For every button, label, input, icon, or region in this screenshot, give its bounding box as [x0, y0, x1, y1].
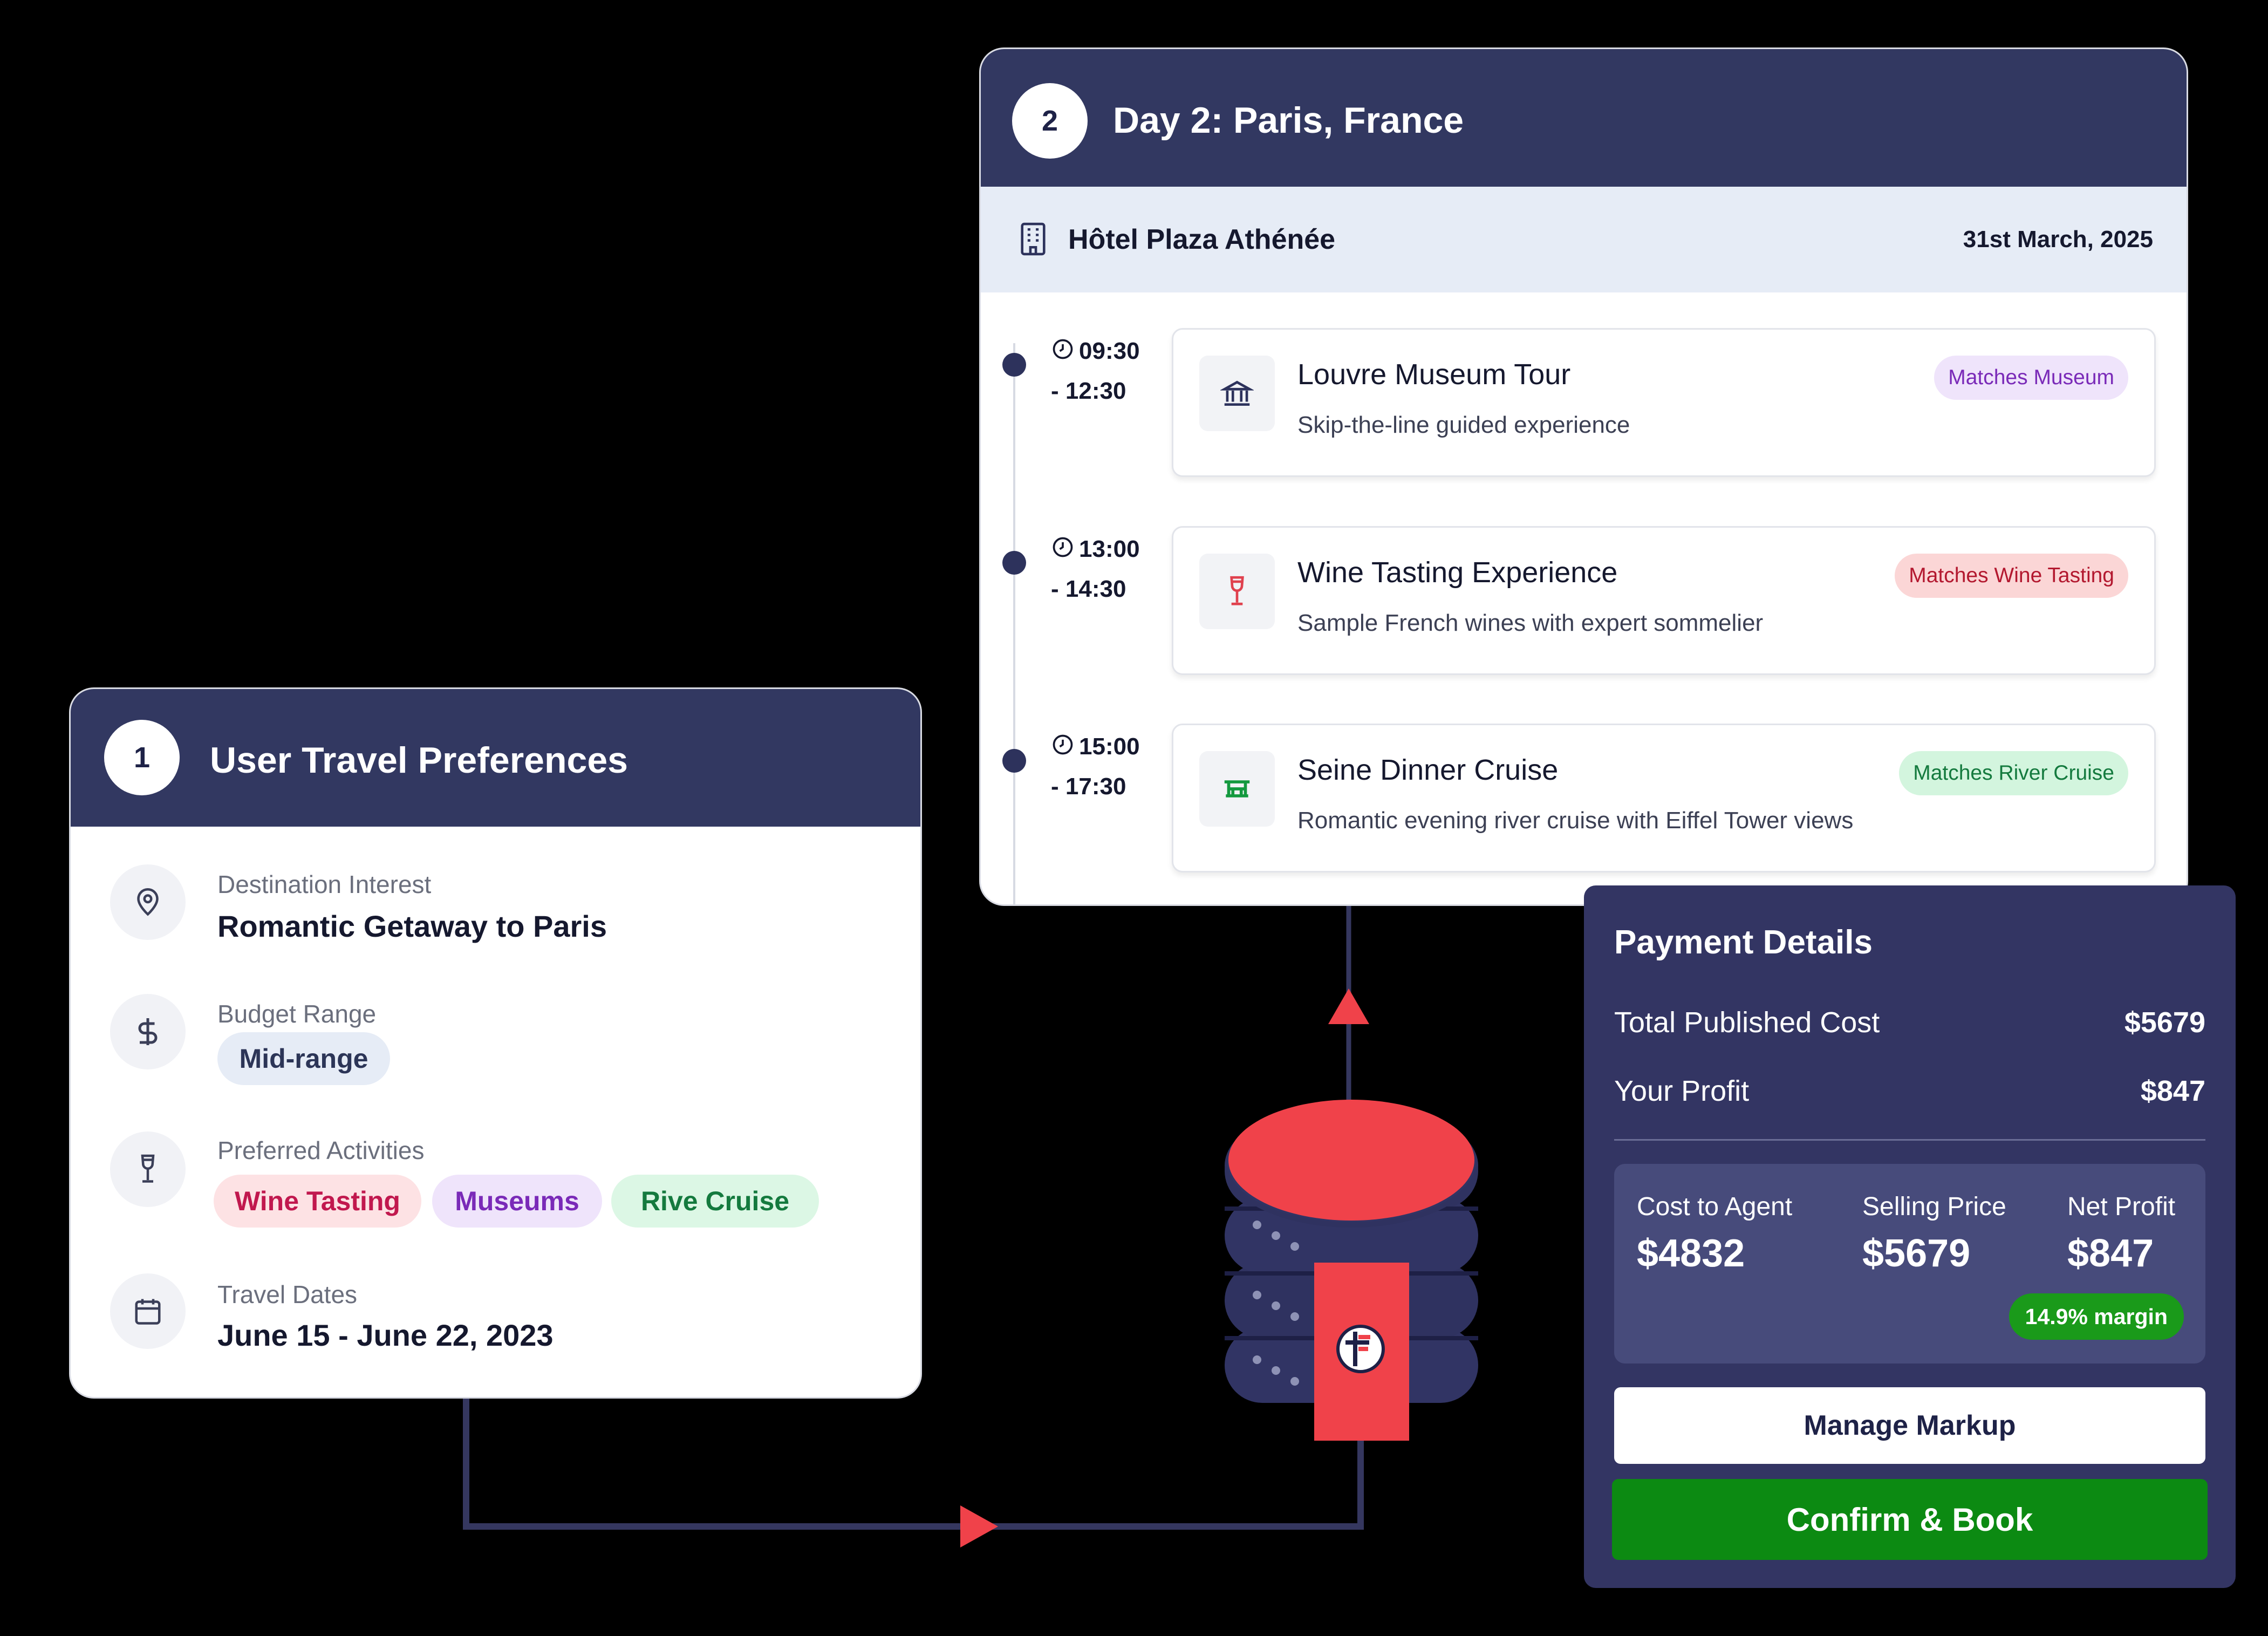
wine-glass-icon [1199, 554, 1275, 629]
activity-title: Wine Tasting Experience [1297, 556, 1618, 589]
itinerary-card: 2 Day 2: Paris, France Hôtel Plaza Athén… [981, 49, 2187, 904]
museum-icon [1199, 356, 1275, 431]
connector-preferences-to-database [463, 1396, 1364, 1548]
time-start: 15:00 [1079, 733, 1140, 760]
match-tag: Matches Museum [1934, 356, 2128, 400]
activity-chip-cruise: Rive Cruise [611, 1175, 819, 1228]
stat-value: $4832 [1637, 1232, 1745, 1275]
manage-markup-button[interactable]: Manage Markup [1614, 1387, 2205, 1464]
destination-label: Destination Interest [217, 870, 432, 898]
itinerary-header: 2 Day 2: Paris, France [981, 49, 2187, 187]
budget-chip: Mid-range [217, 1032, 390, 1085]
activity-title: Seine Dinner Cruise [1297, 754, 1559, 786]
profit-label: Your Profit [1614, 1075, 1750, 1107]
stat-value: $847 [2067, 1232, 2154, 1275]
payment-card: Payment Details Total Published Cost $56… [1584, 885, 2236, 1588]
timeline-dot [1002, 551, 1026, 575]
activity-description: Skip-the-line guided experience [1297, 412, 1630, 438]
stat-label: Selling Price [1862, 1192, 2006, 1221]
budget-label: Budget Range [217, 1000, 377, 1028]
activity-title: Louvre Museum Tour [1297, 358, 1571, 391]
time-start: 13:00 [1079, 536, 1140, 562]
preferences-header: 1 User Travel Preferences [71, 689, 920, 827]
clock-icon [1051, 533, 1075, 570]
time-end: - 14:30 [1051, 576, 1126, 602]
total-cost-value: $5679 [2124, 1006, 2205, 1039]
time-end: - 12:30 [1051, 378, 1126, 404]
hotel-name: Hôtel Plaza Athénée [1068, 224, 1336, 255]
arrow-right-icon [960, 1505, 998, 1548]
arrow-up-icon [1328, 989, 1369, 1024]
divider [1614, 1139, 2205, 1141]
clock-icon [1051, 335, 1075, 372]
confirm-book-button[interactable]: Confirm & Book [1612, 1479, 2208, 1560]
building-icon [1016, 221, 1050, 260]
activity-chip-museums: Museums [432, 1175, 602, 1228]
activities-label: Preferred Activities [217, 1136, 425, 1164]
stat-label: Net Profit [2067, 1192, 2176, 1221]
hotel-bar: Hôtel Plaza Athénée 31st March, 2025 [981, 187, 2187, 292]
boat-icon [1199, 751, 1275, 827]
timeline-dot [1002, 749, 1026, 773]
activity-chip-wine: Wine Tasting [214, 1175, 421, 1228]
total-cost-label: Total Published Cost [1614, 1006, 1880, 1039]
user-preferences-card: 1 User Travel Preferences Destination In… [71, 689, 920, 1397]
activity-card[interactable]: Seine Dinner Cruise Romantic evening riv… [1172, 724, 2156, 872]
connector-database-to-itinerary [1328, 904, 1369, 1106]
itinerary-title: Day 2: Paris, France [1113, 100, 1464, 141]
time-range: 13:00 - 14:30 [1051, 530, 1140, 608]
wine-glass-icon [110, 1131, 186, 1207]
time-start: 09:30 [1079, 338, 1140, 364]
logo-emblem [1336, 1325, 1385, 1373]
stat-label: Cost to Agent [1637, 1192, 1793, 1221]
match-tag: Matches River Cruise [1899, 751, 2128, 795]
database-icon [1225, 1100, 1478, 1441]
dates-value: June 15 - June 22, 2023 [217, 1318, 554, 1352]
time-range: 15:00 - 17:30 [1051, 728, 1140, 806]
stat-value: $5679 [1862, 1232, 1971, 1275]
margin-badge: 14.9% margin [2009, 1293, 2184, 1340]
activity-card[interactable]: Louvre Museum Tour Skip-the-line guided … [1172, 328, 2156, 477]
map-pin-icon [110, 864, 186, 940]
preferences-title: User Travel Preferences [210, 740, 628, 781]
dates-label: Travel Dates [217, 1280, 358, 1308]
activity-description: Romantic evening river cruise with Eiffe… [1297, 807, 1854, 834]
destination-value: Romantic Getaway to Paris [217, 909, 607, 943]
payment-title: Payment Details [1614, 924, 1873, 961]
step-badge: 1 [104, 720, 180, 795]
timeline-dot [1002, 353, 1026, 377]
profit-value: $847 [2140, 1075, 2205, 1107]
match-tag: Matches Wine Tasting [1895, 554, 2128, 598]
clock-icon [1051, 730, 1075, 768]
itinerary-date: 31st March, 2025 [1963, 226, 2153, 253]
time-end: - 17:30 [1051, 773, 1126, 800]
activity-description: Sample French wines with expert sommelie… [1297, 610, 1764, 636]
profit-breakdown: Cost to Agent $4832 Selling Price $5679 … [1614, 1164, 2205, 1364]
dollar-icon [110, 994, 186, 1069]
activity-card[interactable]: Wine Tasting Experience Sample French wi… [1172, 526, 2156, 675]
time-range: 09:30 - 12:30 [1051, 332, 1140, 410]
step-badge: 2 [1012, 83, 1088, 159]
calendar-icon [110, 1273, 186, 1349]
